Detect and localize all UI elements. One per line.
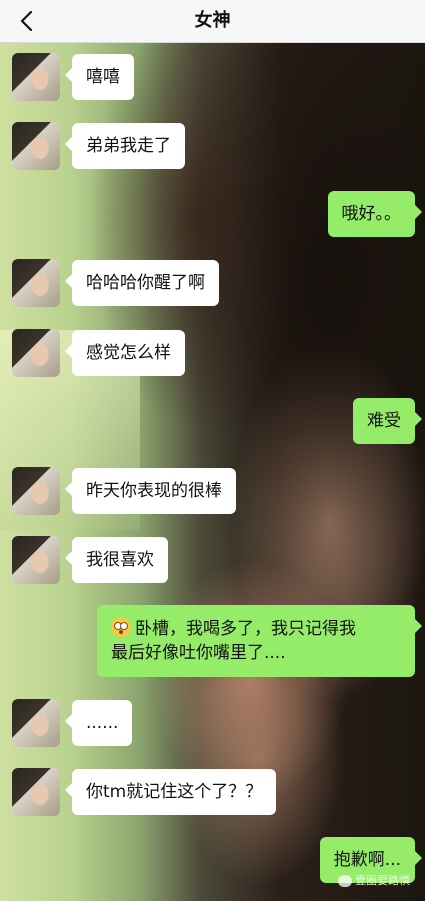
message-bubble-received[interactable]: 嘻嘻 — [65, 54, 134, 100]
message-bubble-received[interactable]: 弟弟我走了 — [65, 123, 185, 169]
contact-avatar[interactable] — [12, 699, 60, 747]
message-line: 最后好像吐你嘴里了.... — [111, 643, 286, 663]
message-bubble-received[interactable]: 哈哈哈你醒了啊 — [65, 260, 219, 306]
message-line: 卧槽，我喝多了，我只记得我 — [111, 617, 401, 641]
background-hair — [170, 40, 425, 640]
contact-avatar[interactable] — [12, 259, 60, 307]
watermark-text: 壹圈要路慎 — [355, 874, 410, 887]
contact-avatar[interactable] — [12, 768, 60, 816]
contact-avatar[interactable] — [12, 53, 60, 101]
message-bubble-sent[interactable]: 难受 — [353, 398, 422, 444]
contact-avatar[interactable] — [12, 536, 60, 584]
message-bubble-received[interactable]: 昨天你表现的很棒 — [65, 468, 236, 514]
chat-background — [0, 0, 425, 901]
message-bubble-received[interactable]: 感觉怎么样 — [65, 330, 185, 376]
contact-avatar[interactable] — [12, 329, 60, 377]
message-bubble-received[interactable]: ...... — [64, 700, 133, 746]
wechat-icon — [338, 875, 352, 887]
contact-avatar[interactable] — [12, 122, 60, 170]
navigation-bar: 女神 — [0, 0, 425, 43]
chat-title: 女神 — [194, 10, 231, 31]
message-text: 卧槽，我喝多了，我只记得我 — [135, 619, 356, 639]
message-bubble-received[interactable]: 你tm就记住这个了？？ — [64, 769, 277, 815]
message-bubble-sent[interactable]: 卧槽，我喝多了，我只记得我 最后好像吐你嘴里了.... — [97, 605, 422, 677]
contact-avatar[interactable] — [12, 467, 60, 515]
flushed-face-icon — [111, 617, 131, 637]
watermark: 壹圈要路慎 — [338, 872, 410, 890]
background-skin — [150, 560, 350, 800]
message-bubble-sent[interactable]: 哦好。。 — [327, 191, 422, 237]
message-bubble-received[interactable]: 我很喜欢 — [65, 537, 168, 583]
